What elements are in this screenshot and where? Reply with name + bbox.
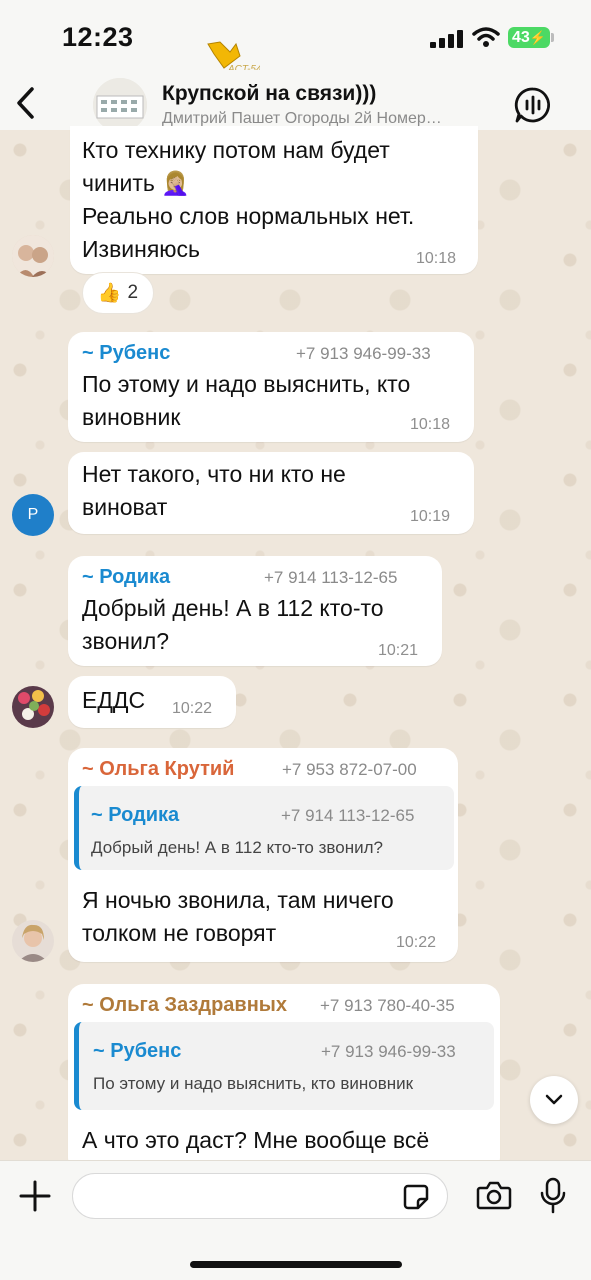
message-line: толком не говорят [82, 920, 277, 946]
message-line: Кто технику потом нам будет [82, 137, 390, 163]
building-photo-icon [93, 78, 147, 132]
sender-phone[interactable]: +7 914 113-12-65 [264, 568, 397, 588]
clock: 12:23 [62, 22, 134, 52]
quote-sender: ~ Рубенс [93, 1040, 182, 1062]
message-time: 10:21 [378, 642, 419, 659]
quote-text: Добрый день! А в 112 кто-то звонил? [91, 838, 383, 857]
kids-photo-icon [12, 235, 54, 277]
plus-icon[interactable] [18, 1179, 52, 1213]
charging-bolt-icon: ⚡ [529, 29, 546, 45]
voice-chat-icon[interactable] [514, 86, 552, 124]
sender-name[interactable]: ~ Родика [82, 566, 170, 589]
battery-level: 43 [512, 28, 530, 46]
quote-phone: +7 913 946-99-33 [321, 1042, 456, 1061]
message-time: 10:18 [410, 416, 451, 433]
sender-name[interactable]: ~ Рубенс [82, 342, 170, 365]
chevron-down-icon [545, 1094, 563, 1105]
message-line: чинить 🤦🏼‍♀️ [82, 170, 190, 196]
group-title[interactable]: Крупской на связи))) [162, 82, 376, 106]
quote-text: По этому и надо выяснить, кто виновник [93, 1074, 414, 1093]
message-bubble[interactable]: ~ Рубенс +7 913 946-99-33 По этому и над… [68, 332, 474, 442]
sender-avatar[interactable] [12, 686, 54, 728]
flowers-photo-icon [12, 686, 54, 728]
status-bar: 12:23 43 ⚡ [0, 0, 591, 70]
message-bubble[interactable]: ~ Ольга Заздравных +7 913 780-40-35 ~ Ру… [68, 984, 500, 1174]
sender-avatar[interactable] [12, 235, 54, 277]
cellular-signal-icon [430, 30, 463, 48]
sender-phone[interactable]: +7 953 872-07-00 [282, 760, 417, 780]
message-time: 10:18 [416, 250, 457, 267]
message-time: 10:19 [410, 508, 451, 525]
scroll-to-bottom-button[interactable] [530, 1076, 578, 1124]
message-bubble[interactable]: ~ Родика +7 914 113-12-65 Добрый день! А… [68, 556, 442, 666]
reaction-count: 2 [127, 282, 139, 303]
sticker-icon[interactable] [402, 1183, 430, 1211]
message-line: ЕДДС [82, 687, 146, 713]
message-line: Извиняюсь [82, 236, 201, 262]
sender-name[interactable]: ~ Ольга Крутий [82, 758, 234, 781]
quoted-message[interactable]: ~ Родика +7 914 113-12-65 Добрый день! А… [74, 786, 454, 870]
message-bubble[interactable]: ЕДДС 10:22 [68, 676, 236, 728]
message-bubble[interactable]: Нет такого, что ни кто не виноват 10:19 [68, 452, 474, 534]
quote-sender: ~ Родика [91, 804, 180, 826]
quoted-message[interactable]: ~ Рубенс +7 913 946-99-33 По этому и над… [74, 1022, 494, 1110]
message-line: Я ночью звонила, там ничего [82, 887, 394, 913]
avatar-letter: Р [27, 506, 39, 523]
sender-avatar[interactable] [12, 920, 54, 962]
group-avatar[interactable] [93, 78, 147, 132]
message-line: А что это даст? Мне вообще всё [82, 1127, 430, 1153]
message-line: виновник [82, 404, 181, 430]
message-bubble[interactable]: ~ Ольга Крутий +7 953 872-07-00 ~ Родика… [68, 748, 458, 962]
message-line: Нет такого, что ни кто не [82, 461, 346, 487]
reaction-emoji: 👍 [97, 283, 122, 304]
sender-phone[interactable]: +7 913 780-40-35 [320, 996, 455, 1016]
message-bubble[interactable]: Кто технику потом нам будет чинить 🤦🏼‍♀️… [70, 126, 478, 274]
message-line: Добрый день! А в 112 кто-то [82, 595, 384, 621]
battery-tip [551, 33, 554, 42]
battery-indicator: 43 ⚡ [508, 27, 550, 48]
microphone-icon[interactable] [540, 1177, 566, 1215]
message-input[interactable] [72, 1173, 448, 1219]
message-time: 10:22 [172, 700, 213, 717]
message-line: звонил? [82, 628, 170, 654]
sender-name[interactable]: ~ Ольга Заздравных [82, 994, 287, 1017]
sender-avatar[interactable]: Р [12, 494, 54, 536]
message-line: По этому и надо выяснить, кто [82, 371, 411, 397]
reaction-badge[interactable]: 👍 2 [82, 272, 154, 314]
camera-icon[interactable] [476, 1179, 512, 1211]
woman-photo-icon [12, 920, 54, 962]
wifi-icon [472, 27, 500, 47]
home-indicator [190, 1261, 402, 1268]
chat-header: Крупской на связи))) Дмитрий Пашет Огоро… [0, 70, 591, 132]
sender-phone[interactable]: +7 913 946-99-33 [296, 344, 431, 364]
message-time: 10:22 [396, 934, 437, 951]
back-chevron-icon[interactable] [12, 84, 40, 122]
quote-phone: +7 914 113-12-65 [281, 806, 415, 825]
composer-bar [0, 1160, 591, 1280]
message-line: виноват [82, 494, 168, 520]
message-line: Реально слов нормальных нет. [82, 203, 415, 229]
